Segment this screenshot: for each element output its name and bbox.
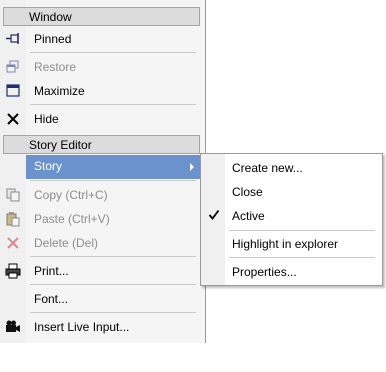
menu-item-restore[interactable]: Restore: [0, 56, 204, 80]
menu-item-label: Delete (Del): [34, 236, 99, 250]
menu-separator: [30, 104, 196, 105]
menu-item-hide[interactable]: Hide: [0, 108, 204, 132]
story-editor-section-header: Story Editor: [3, 135, 200, 154]
menu-separator: [30, 256, 196, 257]
submenu-item-close[interactable]: Close: [201, 181, 382, 205]
submenu-arrow-icon: [190, 163, 194, 171]
menu-item-maximize[interactable]: Maximize: [0, 80, 204, 104]
context-menu: Window Pinned Restore Maximize Hide Stor…: [0, 0, 206, 343]
pin-icon: [6, 33, 19, 44]
submenu-separator: [229, 230, 375, 231]
submenu-item-label: Highlight in explorer: [232, 237, 339, 251]
window-section-header: Window: [3, 7, 200, 26]
menu-item-label: Print...: [34, 264, 69, 278]
menu-item-label: Restore: [34, 60, 77, 74]
submenu-item-label: Close: [232, 185, 263, 199]
submenu-item-label: Create new...: [232, 161, 303, 175]
menu-separator: [30, 180, 196, 181]
menu-item-copy[interactable]: Copy (Ctrl+C): [0, 184, 204, 208]
menu-item-print[interactable]: Print...: [0, 260, 204, 284]
menu-item-label: Paste (Ctrl+V): [34, 212, 110, 226]
submenu-item-active[interactable]: Active: [201, 205, 382, 229]
menu-item-label: Copy (Ctrl+C): [34, 188, 108, 202]
menu-item-pinned[interactable]: Pinned: [0, 28, 204, 52]
submenu-item-label: Active: [232, 209, 265, 223]
menu-item-label: Pinned: [34, 32, 72, 46]
menu-item-delete[interactable]: Delete (Del): [0, 232, 204, 256]
story-editor-section-title: Story Editor: [29, 138, 92, 152]
submenu-item-create-new[interactable]: Create new...: [201, 157, 382, 181]
checkmark-icon: [208, 209, 220, 220]
menu-separator: [30, 284, 196, 285]
menu-item-font[interactable]: Font...: [0, 288, 204, 312]
story-submenu: Create new... Close Active Highlight in …: [200, 153, 383, 286]
submenu-item-label: Properties...: [232, 265, 297, 279]
menu-item-label: Hide: [34, 112, 59, 126]
window-section-title: Window: [29, 10, 72, 24]
menu-item-label: Font...: [34, 292, 69, 306]
menu-item-insert-live-input[interactable]: Insert Live Input...: [0, 316, 204, 340]
copy-icon: [6, 188, 20, 202]
restore-window-icon: [6, 60, 19, 73]
submenu-item-highlight-in-explorer[interactable]: Highlight in explorer: [201, 233, 382, 257]
submenu-item-properties[interactable]: Properties...: [201, 261, 382, 285]
menu-separator: [30, 312, 196, 313]
menu-item-label: Insert Live Input...: [34, 320, 130, 334]
printer-icon: [5, 263, 21, 279]
submenu-separator: [229, 257, 375, 258]
maximize-window-icon: [6, 84, 20, 97]
menu-item-label: Maximize: [34, 84, 85, 98]
menu-item-label: Story: [34, 159, 63, 173]
menu-item-paste[interactable]: Paste (Ctrl+V): [0, 208, 204, 232]
paste-icon: [6, 212, 20, 227]
camera-icon: [6, 320, 20, 332]
menu-item-story[interactable]: Story: [26, 155, 200, 179]
menu-separator: [30, 52, 196, 53]
delete-x-icon: [7, 237, 19, 249]
close-x-icon: [7, 113, 19, 125]
